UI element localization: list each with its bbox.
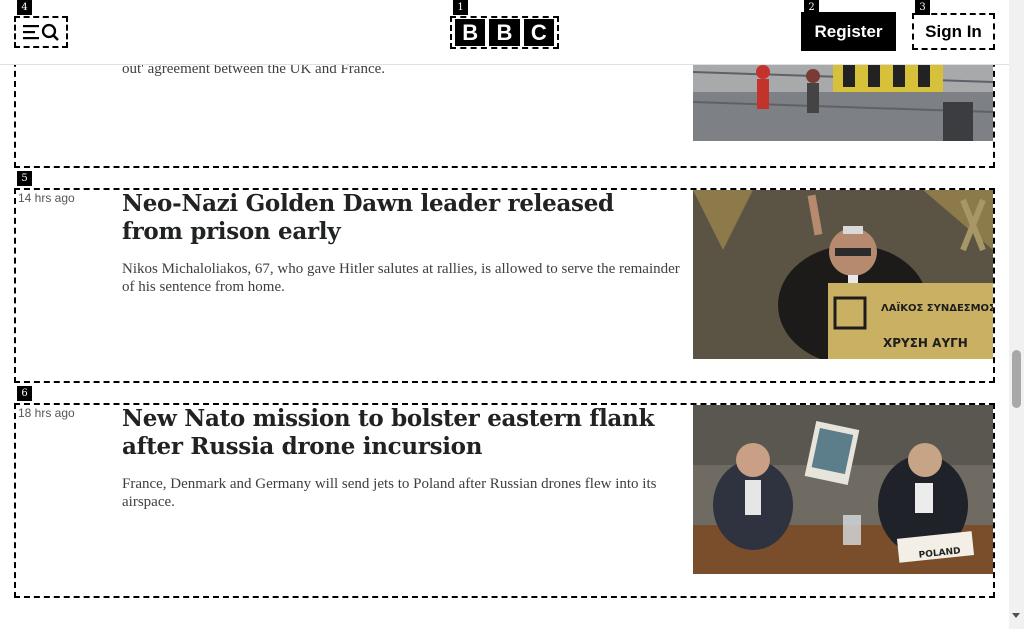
image-text: ΛΑΪΚΟΣ ΣΥΝΔΕΣΜΟΣ	[881, 300, 993, 314]
logo-letter: B	[455, 19, 486, 46]
menu-search-button[interactable]	[14, 16, 68, 48]
logo-letter: B	[489, 19, 520, 46]
element-marker: 4	[17, 0, 32, 15]
logo-letter: C	[523, 19, 554, 46]
site-header: B B C Register Sign In	[0, 0, 1009, 65]
element-marker: 5	[17, 171, 32, 186]
scroll-down-icon[interactable]	[1012, 613, 1020, 618]
article-timestamp: 18 hrs ago	[18, 406, 75, 420]
article-card[interactable]: 18 hrs ago New Nato mission to bolster e…	[14, 403, 995, 598]
article-headline[interactable]: Neo-Nazi Golden Dawn leader released fro…	[122, 190, 682, 246]
image-text: ΧΡΥΣΗ ΑΥΓΗ	[883, 336, 968, 350]
sign-in-button[interactable]: Sign In	[912, 13, 995, 50]
bbc-logo[interactable]: B B C	[450, 16, 559, 49]
element-marker: 1	[453, 0, 468, 15]
article-card[interactable]: 14 hrs ago Neo-Nazi Golden Dawn leader r…	[14, 188, 995, 383]
scrollbar-thumb[interactable]	[1012, 350, 1021, 408]
element-marker: 3	[915, 0, 930, 15]
article-image[interactable]: POLAND	[693, 405, 993, 574]
article-summary: France, Denmark and Germany will send je…	[122, 476, 657, 510]
article-image[interactable]: ΛΑΪΚΟΣ ΣΥΝΔΕΣΜΟΣ ΧΡΥΣΗ ΑΥΓΗ	[693, 190, 993, 359]
element-marker: 2	[804, 0, 819, 15]
article-summary: Nikos Michaloliakos, 67, who gave Hitler…	[122, 261, 680, 295]
register-button[interactable]: Register	[801, 12, 896, 51]
article-timestamp: 14 hrs ago	[18, 191, 75, 205]
element-marker: 6	[17, 386, 32, 401]
page-scrollbar[interactable]	[1009, 0, 1024, 629]
article-headline[interactable]: New Nato mission to bolster eastern flan…	[122, 405, 682, 461]
menu-search-icon	[23, 23, 59, 41]
